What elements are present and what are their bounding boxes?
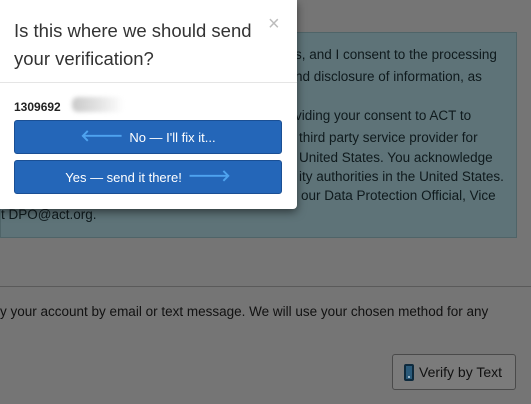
notice-line: third party service provider for <box>299 130 478 145</box>
verify-instruction: y your account by email or text message.… <box>0 304 489 319</box>
close-icon[interactable]: × <box>268 14 280 34</box>
notice-line: viding your consent to ACT to <box>295 108 472 123</box>
modal-header: Is this where we should send your verifi… <box>0 0 297 83</box>
section-divider <box>0 286 531 287</box>
no-fix-it-button[interactable]: 🡐 No — I'll fix it... <box>14 120 282 154</box>
verify-by-text-button[interactable]: Verify by Text <box>392 354 516 390</box>
arrow-left-icon: 🡐 <box>80 128 124 145</box>
yes-send-button[interactable]: Yes — send it there! 🡒 <box>14 160 282 194</box>
no-fix-it-label: No — I'll fix it... <box>129 129 216 145</box>
notice-line: nd disclosure of information, as <box>295 69 482 84</box>
notice-line: our Data Protection Official, Vice <box>301 188 496 203</box>
verify-by-text-label: Verify by Text <box>419 364 503 380</box>
notice-line: s, and I consent to the processing <box>295 47 497 62</box>
yes-send-label: Yes — send it there! <box>65 169 182 185</box>
redacted-phone-blur <box>72 97 124 112</box>
arrow-right-icon: 🡒 <box>187 168 231 185</box>
phone-number: 1309692 <box>14 100 61 114</box>
verification-modal: Is this where we should send your verifi… <box>0 0 297 209</box>
modal-title: Is this where we should send your verifi… <box>14 20 252 69</box>
mobile-phone-icon <box>404 363 414 381</box>
